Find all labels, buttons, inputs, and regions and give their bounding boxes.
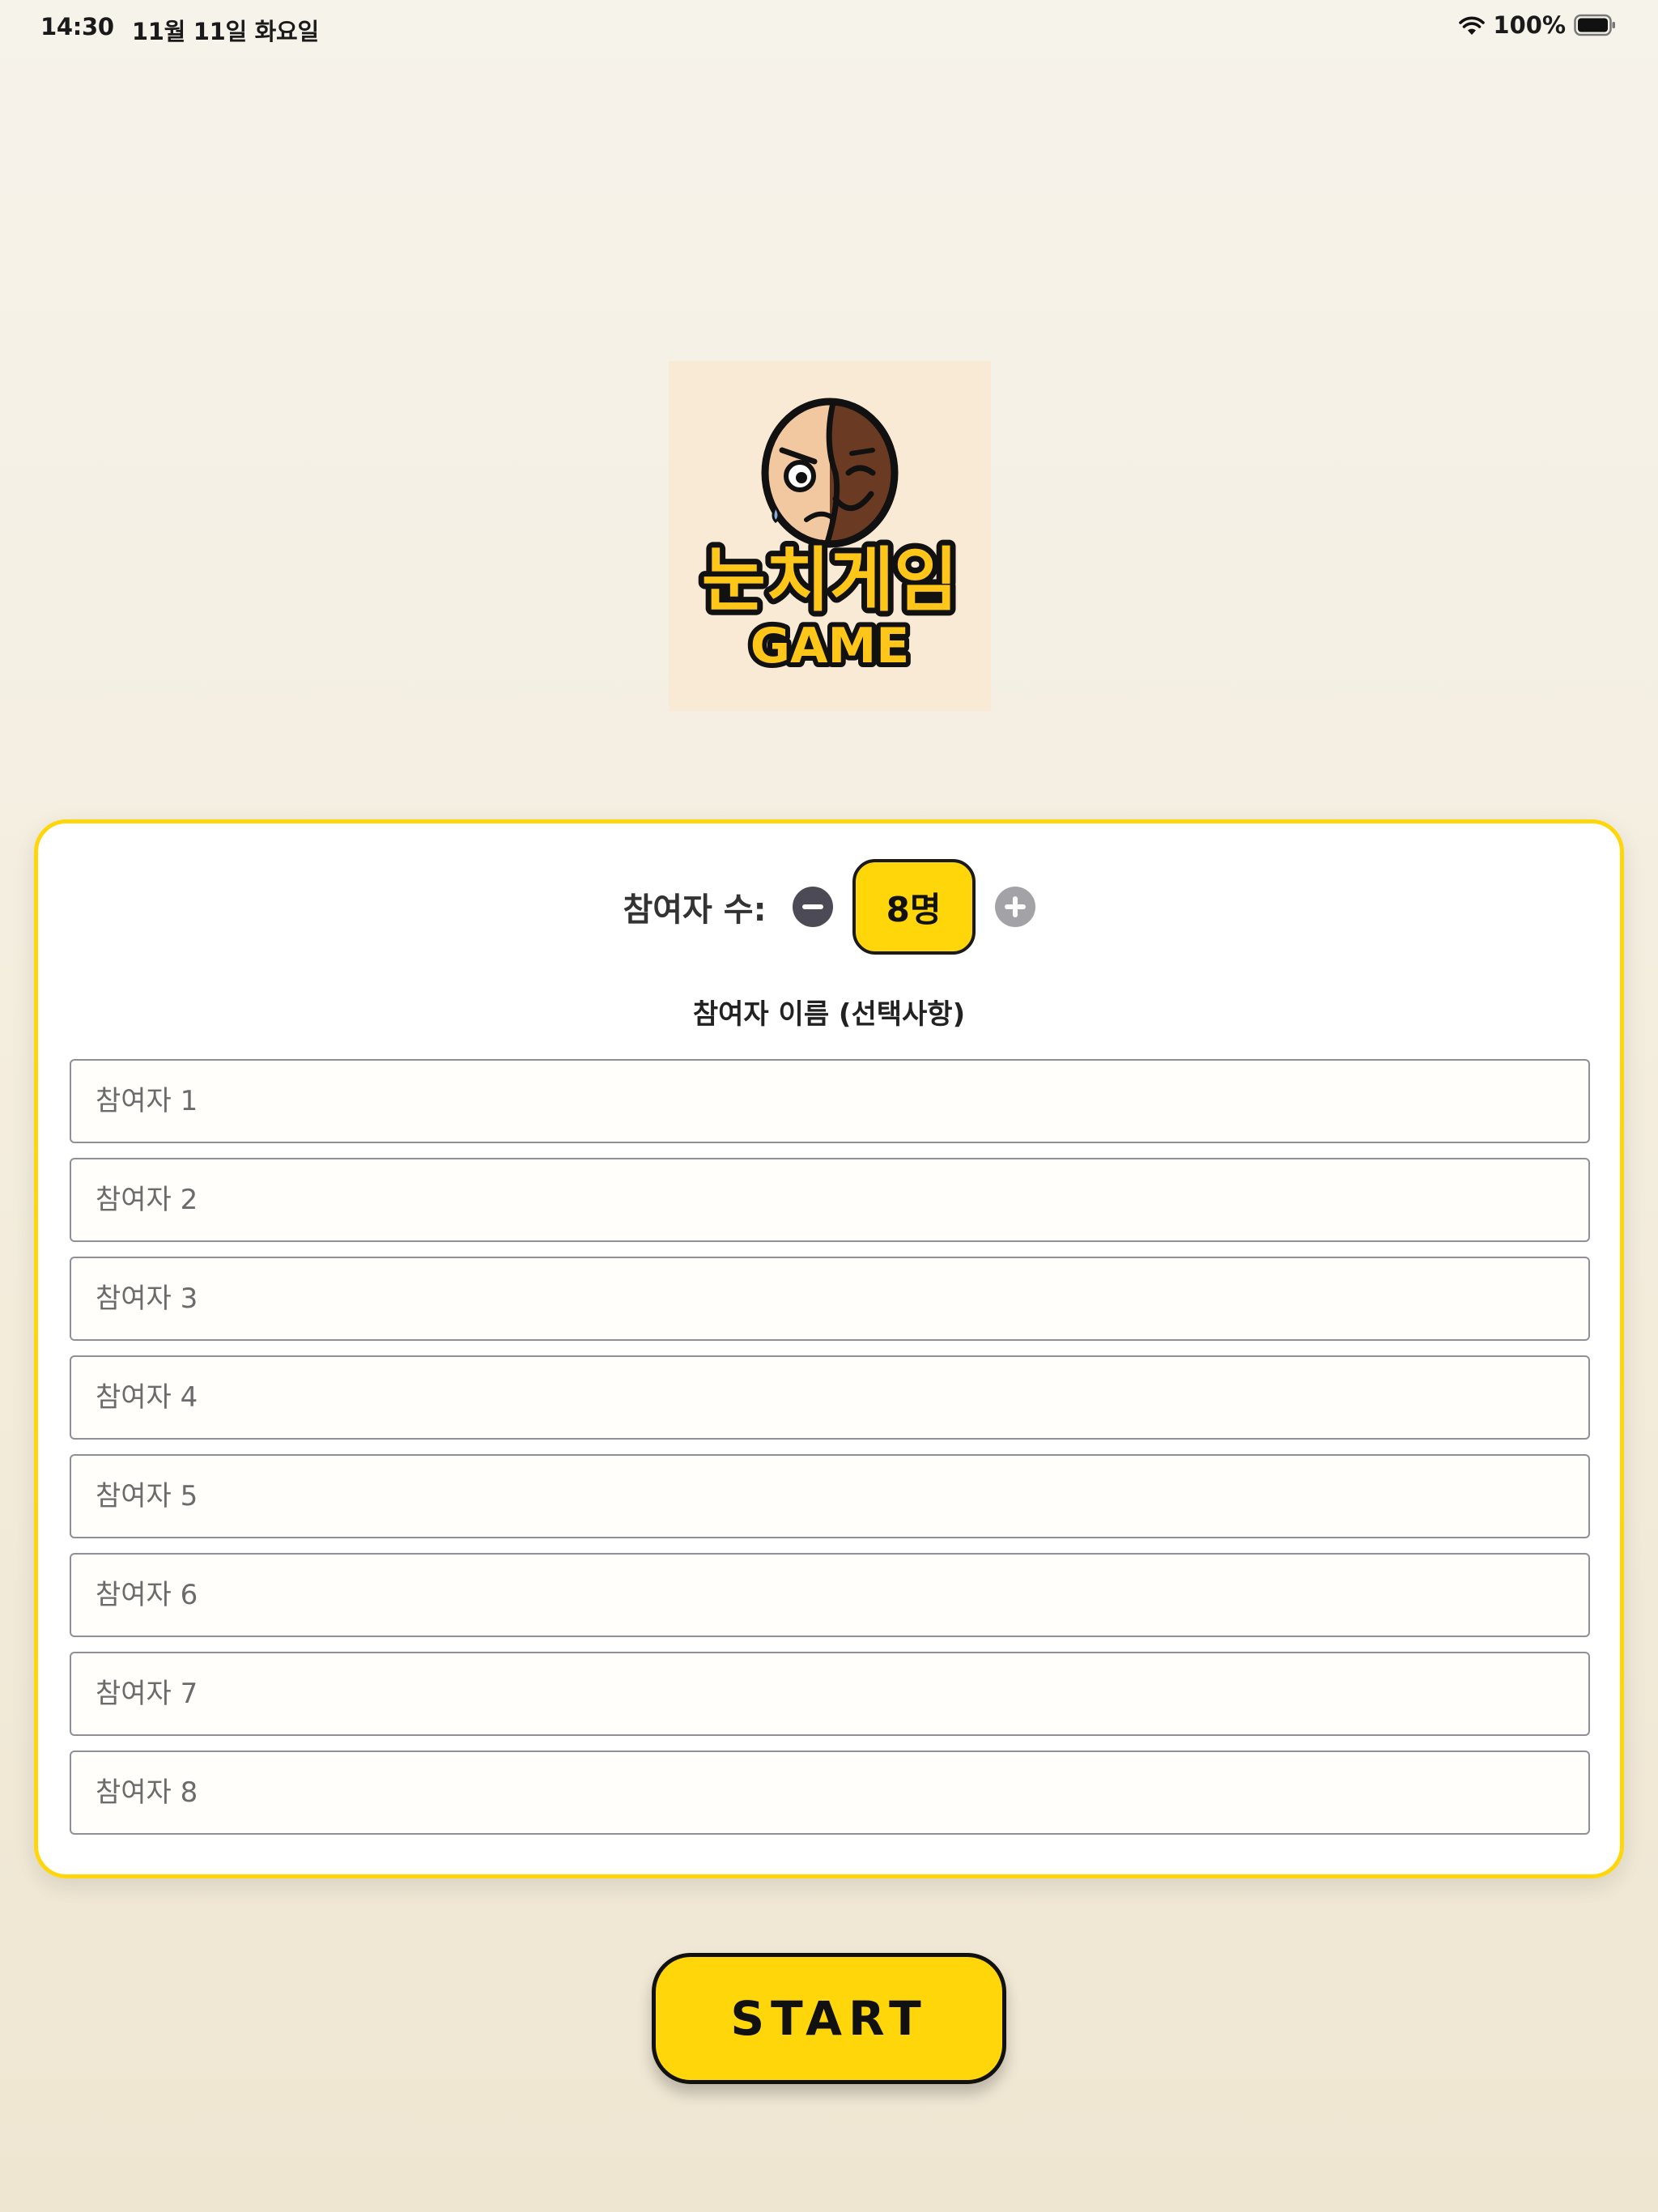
participant-name-input-7[interactable] [70, 1652, 1590, 1736]
wifi-icon [1459, 15, 1486, 36]
participant-name-input-3[interactable] [70, 1257, 1590, 1341]
logo-subtitle: GAME [750, 618, 909, 674]
participant-count-row: 참여자 수: 8명 [38, 859, 1620, 955]
start-button[interactable]: START [652, 1953, 1006, 2084]
participant-name-input-5[interactable] [70, 1454, 1590, 1538]
participant-name-input-1[interactable] [70, 1059, 1590, 1143]
participant-name-input-4[interactable] [70, 1355, 1590, 1440]
names-title: 참여자 이름 (선택사항) [692, 998, 966, 1031]
battery-percent: 100% [1493, 11, 1566, 39]
minus-icon [801, 904, 823, 909]
logo-face-icon: 눈치게임 GAME [696, 398, 963, 679]
participant-name-input-6[interactable] [70, 1553, 1590, 1637]
status-time: 14:30 [40, 13, 114, 40]
participant-count-label: 참여자 수: [623, 891, 767, 929]
participant-count-value: 8명 [852, 859, 976, 955]
battery-icon [1574, 14, 1616, 36]
status-left: 14:30 11월 11일 화요일 [40, 13, 319, 47]
app-logo: 눈치게임 GAME [669, 361, 991, 711]
participants-card: 참여자 수: 8명 참여자 이름 (선택사항) [34, 819, 1624, 1878]
participant-name-input-2[interactable] [70, 1158, 1590, 1242]
status-date: 11월 11일 화요일 [131, 18, 319, 45]
participant-name-input-8[interactable] [70, 1750, 1590, 1835]
increase-count-button[interactable] [994, 887, 1035, 927]
participant-name-list [70, 1059, 1590, 1849]
status-bar: 14:30 11월 11일 화요일 100% [0, 0, 1658, 57]
decrease-count-button[interactable] [792, 887, 833, 927]
logo-title: 눈치게임 [702, 540, 958, 621]
status-right: 100% [1459, 11, 1616, 39]
